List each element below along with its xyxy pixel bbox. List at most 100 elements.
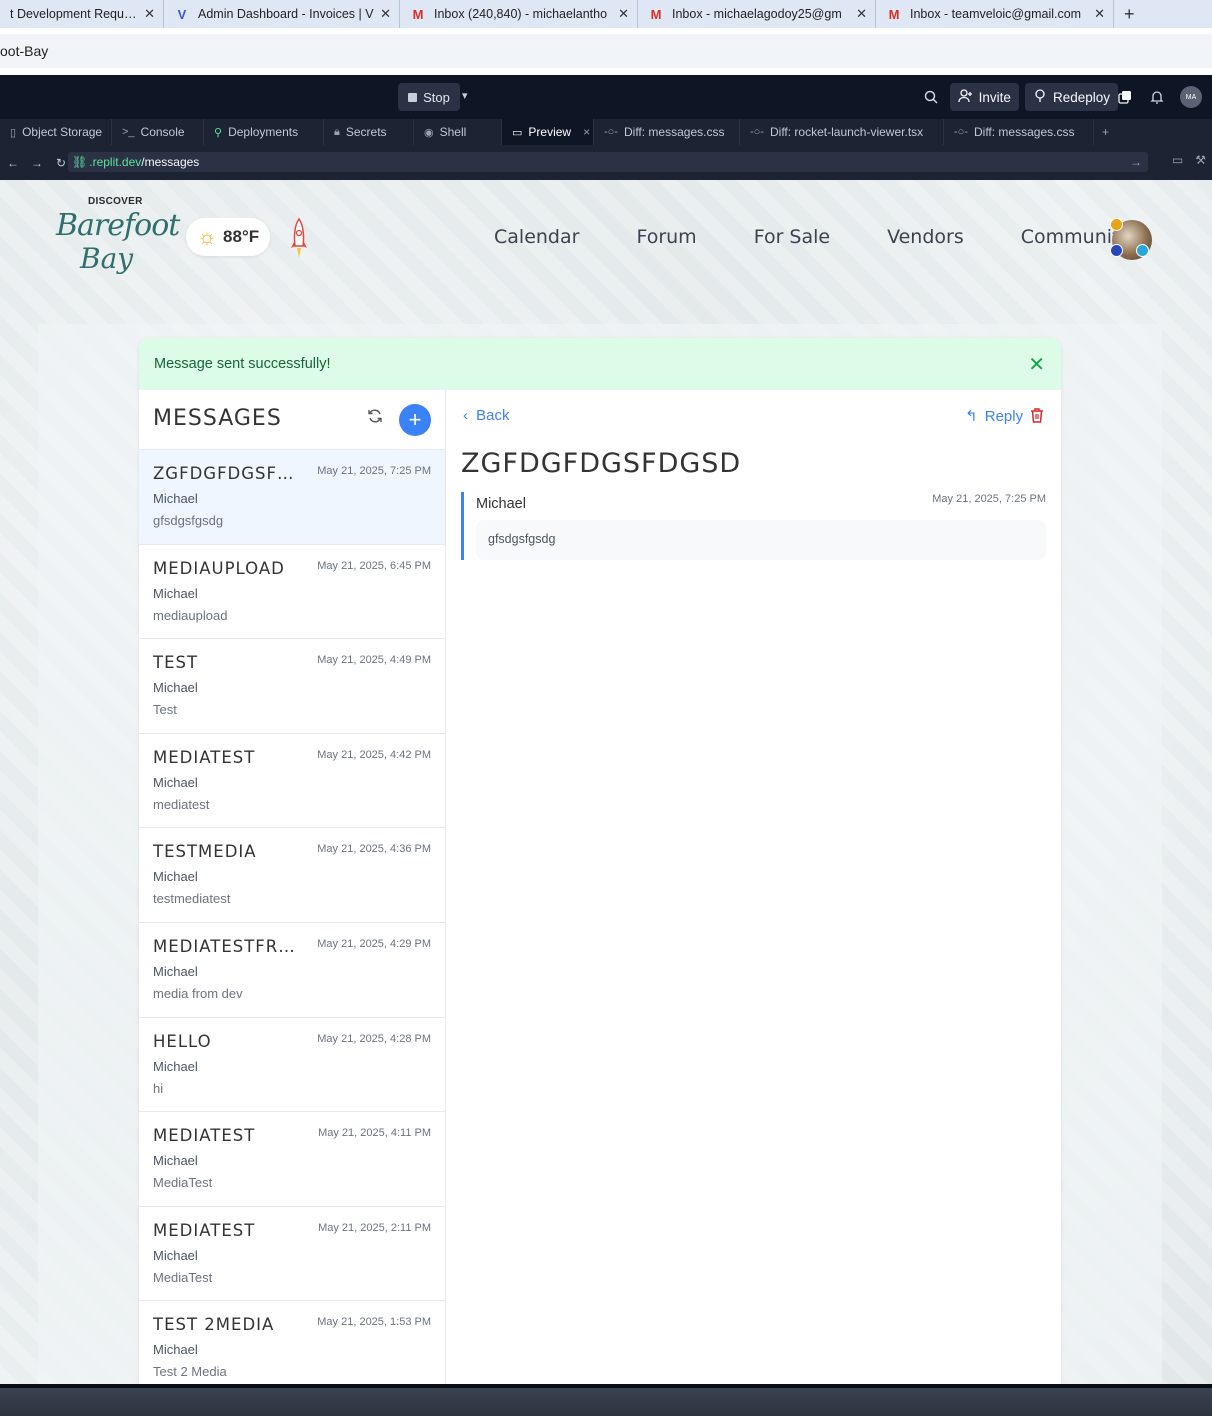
topbar-actions: Invite Redeploy MA (918, 83, 1212, 111)
browser-tab[interactable]: M Inbox (240,840) - michaelantho ✕ (400, 0, 638, 28)
tab-label: Diff: messages.css (623, 125, 725, 139)
copy-icon[interactable] (1112, 83, 1138, 111)
list-item[interactable]: MEDIATEST May 21, 2025, 4:11 PM Michael … (139, 1112, 445, 1207)
trash-icon[interactable] (1030, 407, 1044, 428)
browser-tab[interactable]: M Inbox - michaelagodoy25@gm ✕ (638, 0, 876, 28)
deploy-icon: ⚲ (214, 126, 223, 139)
tab-diff-rocket-launch-viewer[interactable]: -○- Diff: rocket-launch-viewer.tsx (740, 119, 944, 145)
message-date: May 21, 2025, 4:42 PM (317, 748, 431, 761)
close-icon[interactable]: × (583, 125, 590, 139)
list-item[interactable]: HELLO May 21, 2025, 4:28 PM Michael hi (139, 1018, 445, 1113)
message-sender: Michael (153, 963, 198, 979)
close-icon[interactable]: ✕ (1028, 352, 1045, 377)
close-icon[interactable]: ✕ (1088, 6, 1105, 22)
tab-secrets[interactable]: 🔒︎ Secrets (324, 119, 414, 145)
device-icon[interactable]: ▭ (1172, 153, 1183, 167)
list-item[interactable]: MEDIAUPLOAD May 21, 2025, 6:45 PM Michae… (139, 545, 445, 640)
rocket-icon[interactable] (288, 218, 310, 260)
stop-square-icon (408, 92, 418, 102)
list-item[interactable]: MEDIATEST May 21, 2025, 2:11 PM Michael … (139, 1207, 445, 1302)
redeploy-button[interactable]: Redeploy (1024, 83, 1118, 111)
logo-discover: DISCOVER (88, 196, 143, 207)
tab-label: Deployments (228, 125, 299, 139)
list-item[interactable]: TEST 2MEDIA May 21, 2025, 1:53 PM Michae… (139, 1301, 445, 1384)
nav-forum[interactable]: Forum (636, 226, 696, 248)
browser-tab[interactable]: t Development Requiren ✕ (0, 0, 164, 28)
list-item[interactable]: MEDIATEST May 21, 2025, 4:42 PM Michael … (139, 734, 445, 829)
diff-icon: -○- (604, 126, 618, 138)
message-date: May 21, 2025, 1:53 PM (317, 1316, 431, 1329)
list-item[interactable]: TEST May 21, 2025, 4:49 PM Michael Test (139, 639, 445, 734)
site-logo[interactable]: DISCOVER Barefoot Bay (54, 194, 180, 275)
browser-tab-title: Admin Dashboard - Invoices | V (198, 7, 374, 21)
message-sender: Michael (153, 491, 198, 506)
message-subject: MEDIATEST (153, 747, 256, 767)
tab-preview[interactable]: ▭ Preview × (502, 119, 594, 145)
tab-label: Shell (439, 125, 467, 139)
badge-icon (1136, 244, 1149, 257)
message-subject: HELLO (153, 1031, 212, 1051)
close-icon[interactable]: ✕ (138, 6, 155, 22)
devtools-wrench-icon[interactable]: ⚒ (1195, 153, 1206, 167)
search-icon[interactable] (918, 83, 944, 111)
tab-shell[interactable]: ◉ Shell (414, 119, 502, 145)
refresh-icon[interactable] (367, 408, 383, 429)
nav-for-sale[interactable]: For Sale (754, 226, 830, 248)
new-message-button[interactable]: + (399, 404, 431, 436)
message-preview: media from dev (153, 985, 243, 1001)
tab-diff-messages-css[interactable]: -○- Diff: messages.css (594, 119, 740, 145)
browser-tab-strip: t Development Requiren ✕ V Admin Dashboa… (0, 0, 1212, 28)
url-domain: .replit.dev (89, 155, 142, 169)
go-arrow-icon[interactable]: → (1130, 155, 1142, 169)
tab-console[interactable]: >_ Console (112, 119, 204, 145)
message-subject: MEDIATEST (153, 1220, 256, 1240)
close-icon[interactable]: ✕ (374, 6, 391, 22)
browser-tab-title: Inbox - michaelagodoy25@gm (672, 7, 842, 21)
gmail-icon: M (412, 6, 424, 22)
thread-sender: Michael (476, 496, 526, 512)
message-date: May 21, 2025, 7:25 PM (317, 465, 431, 477)
browser-tab[interactable]: M Inbox - teamveloic@gmail.com ✕ (876, 0, 1114, 28)
deploy-icon (1033, 88, 1047, 106)
back-arrow-icon[interactable]: ← (2, 156, 24, 170)
tab-diff-messages-css-2[interactable]: -○- Diff: messages.css (944, 119, 1094, 145)
preview-url-input[interactable]: ⛓ .replit.dev /messages → (68, 152, 1148, 172)
chevron-down-icon[interactable]: ▾ (462, 89, 468, 102)
message-preview: Test (153, 702, 177, 718)
list-item[interactable]: ZGFDGFDGSFDGSD May 21, 2025, 7:25 PM Mic… (139, 450, 445, 545)
message-date: May 21, 2025, 4:36 PM (317, 843, 431, 856)
close-icon[interactable]: ✕ (612, 6, 629, 22)
close-icon[interactable]: ✕ (850, 6, 867, 22)
profile-avatar[interactable] (1110, 218, 1152, 260)
weather-widget[interactable]: ☼ 88°F (186, 218, 270, 256)
workspace-tabs: ▯ Object Storage >_ Console ⚲ Deployment… (0, 119, 1212, 145)
main-nav: Calendar Forum For Sale Vendors Communit… (494, 226, 1131, 248)
reply-button[interactable]: ↰ Reply (965, 407, 1023, 425)
tab-object-storage[interactable]: ▯ Object Storage (0, 119, 112, 145)
tab-deployments[interactable]: ⚲ Deployments (204, 119, 324, 145)
add-tab-icon[interactable]: + (1102, 125, 1109, 139)
diff-icon: -○- (954, 126, 968, 138)
window-title-bar: oot-Bay (0, 28, 1212, 68)
browser-tab[interactable]: V Admin Dashboard - Invoices | V ✕ (164, 0, 400, 28)
new-tab-plus-icon[interactable]: + (1124, 4, 1135, 25)
message-subject: MEDIATEST (153, 1126, 256, 1146)
back-button[interactable]: ‹ Back (463, 407, 510, 424)
list-item[interactable]: TESTMEDIA May 21, 2025, 4:36 PM Michael … (139, 828, 445, 923)
list-item[interactable]: MEDIATESTFROMDEV May 21, 2025, 4:29 PM M… (139, 923, 445, 1018)
lock-icon: 🔒︎ (334, 125, 340, 138)
message-preview: MediaTest (153, 1269, 213, 1285)
v-logo-icon: V (177, 6, 187, 22)
reply-label: Reply (984, 408, 1024, 425)
message-sender: Michael (153, 774, 198, 790)
message-sender: Michael (153, 680, 198, 696)
nav-calendar[interactable]: Calendar (494, 226, 579, 248)
invite-button[interactable]: Invite (949, 83, 1019, 111)
message-date: May 21, 2025, 2:11 PM (318, 1221, 431, 1234)
bell-icon[interactable] (1144, 83, 1170, 111)
terminal-icon: >_ (122, 126, 135, 138)
stop-button[interactable]: Stop (398, 83, 460, 111)
nav-vendors[interactable]: Vendors (887, 226, 964, 248)
avatar[interactable]: MA (1180, 86, 1202, 108)
forward-arrow-icon[interactable]: → (26, 156, 48, 170)
